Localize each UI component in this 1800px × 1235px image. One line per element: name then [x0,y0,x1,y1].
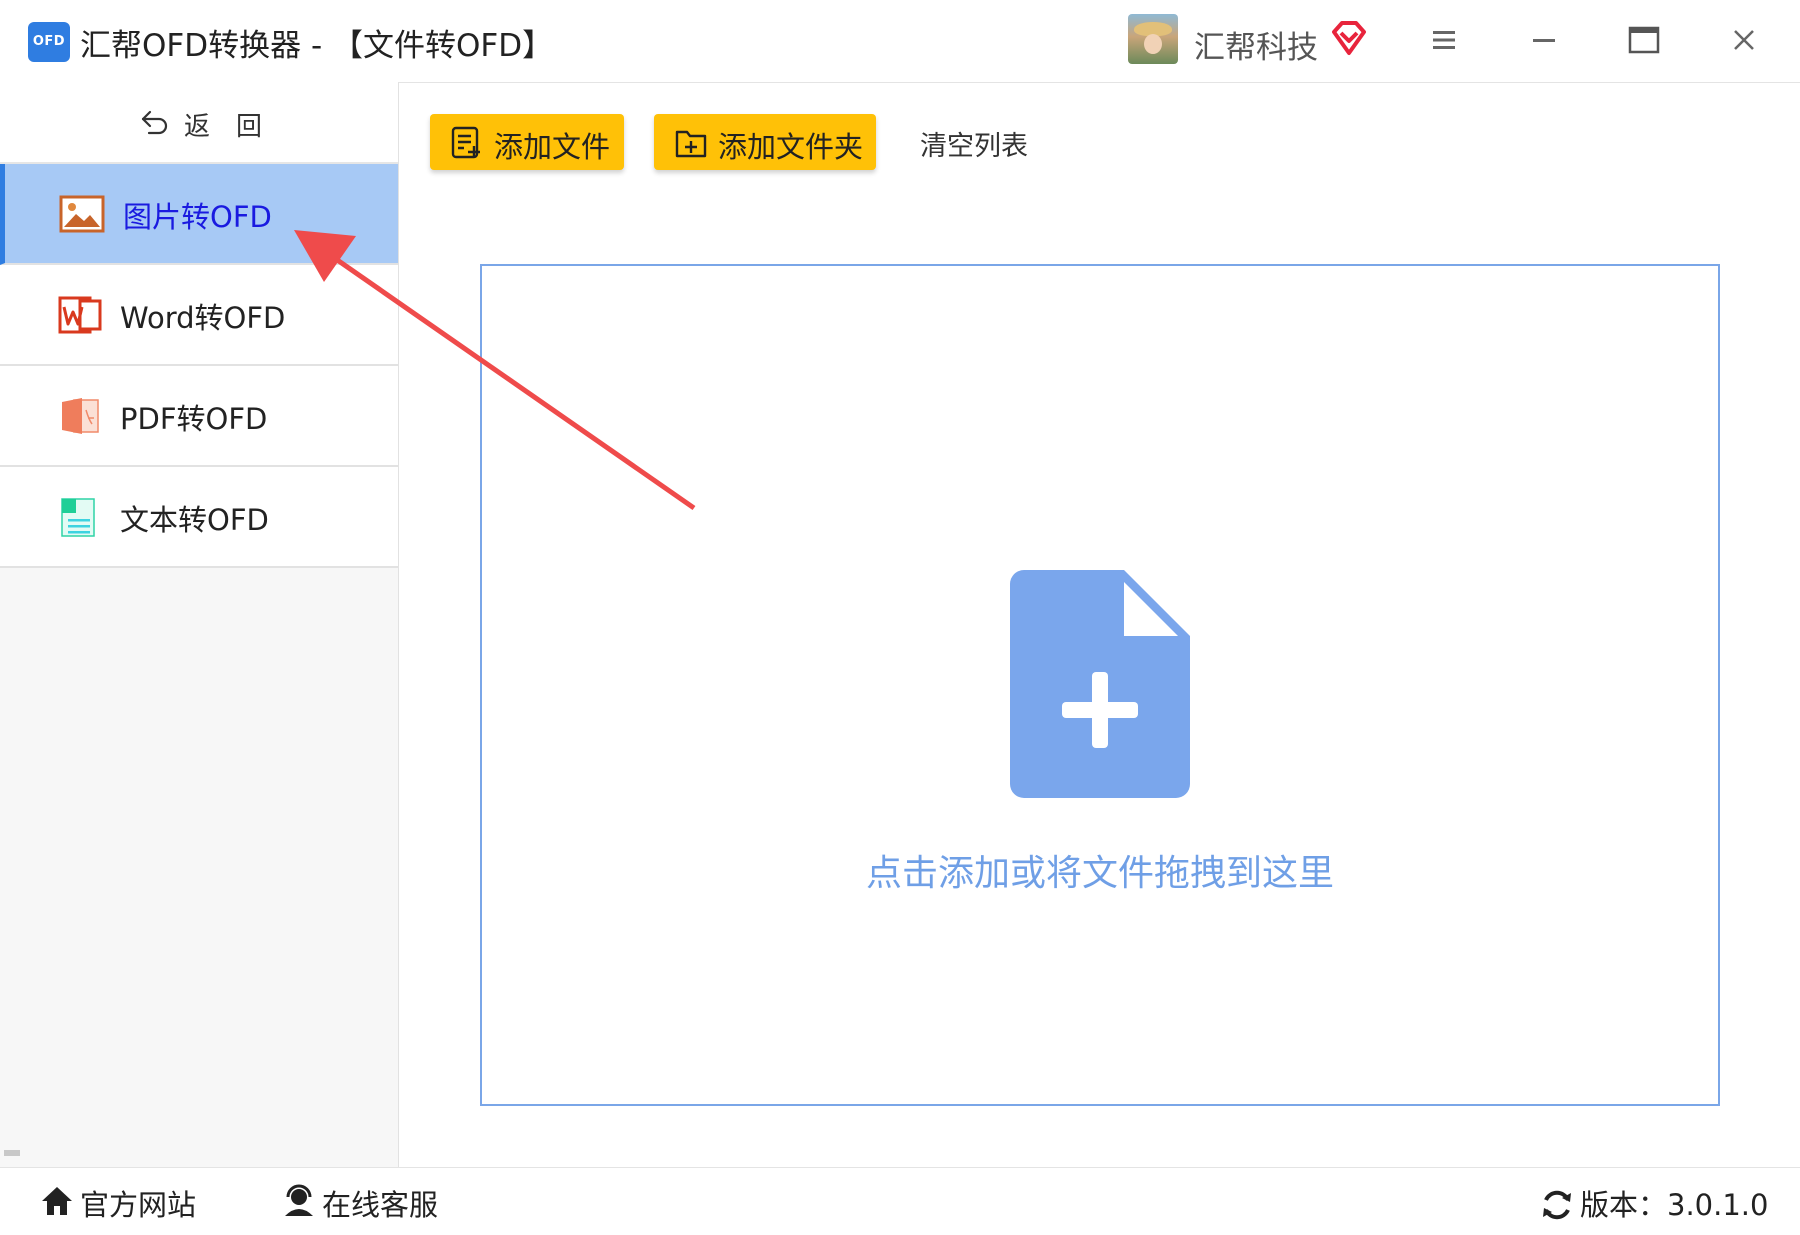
home-icon [42,1187,72,1215]
add-folder-button[interactable]: 添加文件夹 [654,114,876,170]
sidebar-item-label: 文本转OFD [120,503,269,537]
status-bar: 官方网站 在线客服 版本：3.0.1.0 [0,1167,1800,1235]
text-file-icon [61,498,95,537]
drop-hint-text: 点击添加或将文件拖拽到这里 [865,853,1334,894]
add-file-label: 添加文件 [494,130,611,164]
sidebar-item-image-to-ofd[interactable]: 图片转OFD [0,164,398,265]
official-website-link[interactable]: 官方网站 [40,1182,240,1222]
avatar[interactable] [1128,14,1178,64]
maximize-button[interactable] [1624,20,1664,60]
minimize-button[interactable] [1524,20,1564,60]
user-name[interactable]: 汇帮科技 [1194,22,1318,67]
hamburger-icon [1433,31,1455,49]
add-file-button[interactable]: 添加文件 [430,114,624,170]
version-label: 版本：3.0.1.0 [1580,1188,1769,1222]
word-icon [58,296,102,334]
add-document-icon [1010,570,1190,798]
close-button[interactable] [1724,20,1764,60]
add-folder-icon [675,130,707,158]
avatar-face [1144,34,1162,54]
back-label: 返回 [184,112,289,142]
sidebar-item-label: PDF转OFD [120,402,268,436]
window-title: 汇帮OFD转换器 - 【文件转OFD】 [80,28,554,64]
menu-button[interactable] [1424,20,1464,60]
back-button[interactable]: 返回 [0,82,398,164]
sidebar-item-label: 图片转OFD [123,200,272,234]
sidebar-item-word-to-ofd[interactable]: Word转OFD [0,265,398,366]
online-service-label: 在线客服 [322,1188,439,1222]
clear-list-button[interactable]: 清空列表 [920,124,1028,163]
refresh-icon [1543,1190,1571,1220]
add-file-icon [451,126,480,159]
sidebar: 返回 图片转OFD Word转OFD PDF转OFD 文本转OFD [0,82,399,1167]
sidebar-item-label: Word转OFD [120,301,286,335]
maximize-icon [1628,26,1660,54]
sidebar-item-pdf-to-ofd[interactable]: PDF转OFD [0,366,398,467]
sidebar-scrollbar[interactable] [4,1150,20,1156]
file-drop-zone[interactable]: 点击添加或将文件拖拽到这里 [480,264,1720,1106]
add-folder-label: 添加文件夹 [718,130,864,164]
pdf-icon [62,398,99,434]
customer-service-icon [285,1184,313,1216]
vip-diamond-icon[interactable] [1330,20,1368,56]
close-icon [1734,30,1754,50]
official-website-label: 官方网站 [80,1188,197,1222]
sidebar-item-text-to-ofd[interactable]: 文本转OFD [0,467,398,568]
title-bar: OFD 汇帮OFD转换器 - 【文件转OFD】 汇帮科技 [0,0,1800,83]
app-logo: OFD [28,22,70,62]
image-icon [59,195,105,233]
online-service-link[interactable]: 在线客服 [282,1182,482,1222]
undo-arrow-icon [141,110,168,135]
version-info: 版本：3.0.1.0 [1540,1182,1780,1222]
minimize-icon [1533,39,1555,42]
